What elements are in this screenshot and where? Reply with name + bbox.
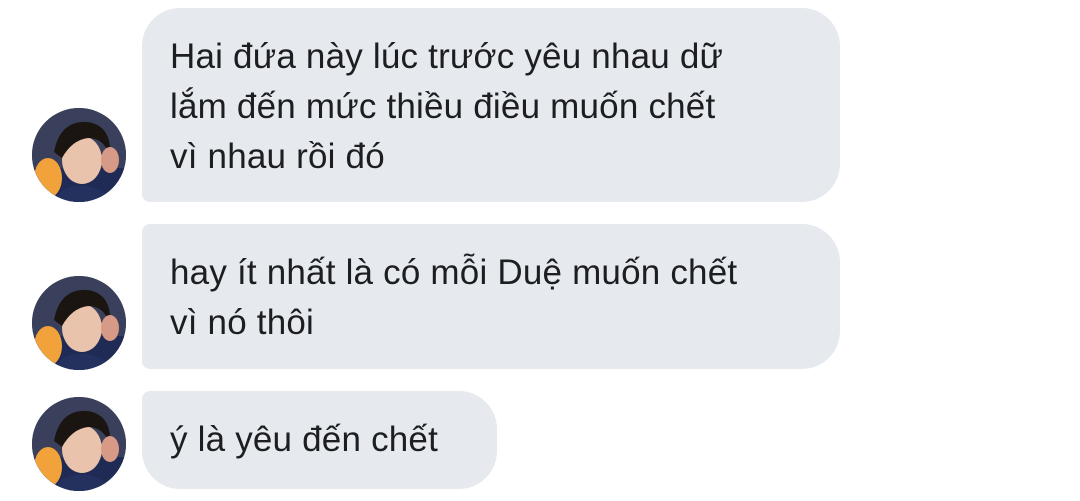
- user-avatar[interactable]: [32, 276, 126, 370]
- user-avatar[interactable]: [32, 397, 126, 491]
- message-thread: Hai đứa này lúc trước yêu nhau dữ lắm đế…: [0, 0, 1080, 501]
- user-avatar[interactable]: [32, 108, 126, 202]
- avatar-photo: [32, 397, 126, 491]
- avatar-photo: [32, 108, 126, 202]
- avatar-photo: [32, 276, 126, 370]
- message-bubble[interactable]: ý là yêu đến chết: [142, 391, 497, 489]
- message-bubble[interactable]: hay ít nhất là có mỗi Duệ muốn chết vì n…: [142, 224, 840, 369]
- message-bubble[interactable]: Hai đứa này lúc trước yêu nhau dữ lắm đế…: [142, 8, 840, 202]
